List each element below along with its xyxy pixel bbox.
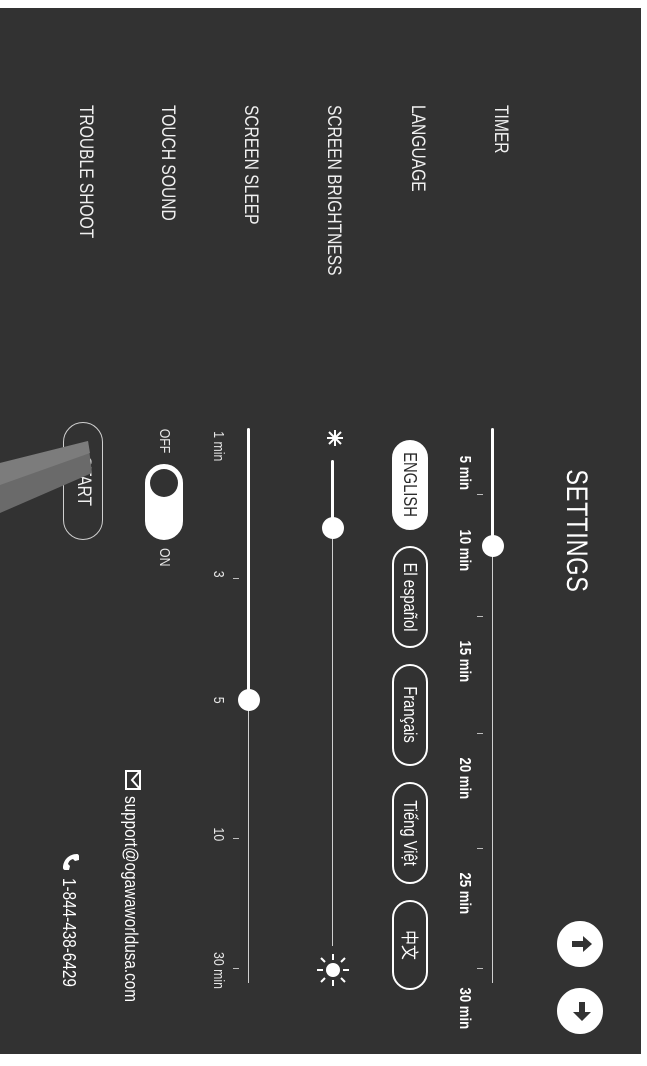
- sleep-tick-label: 1 min: [210, 431, 227, 462]
- stylus-pen: [0, 433, 100, 548]
- timer-tick-label: 10 min: [456, 529, 473, 572]
- dim-sun-icon: [320, 428, 345, 448]
- sleep-tick-label: 10: [210, 827, 227, 842]
- touch-sound-on-label: ON: [156, 548, 173, 567]
- arrow-up-icon: [565, 931, 596, 957]
- exit-button[interactable]: [557, 988, 603, 1034]
- support-email[interactable]: support@ogawaworldusa.com: [120, 770, 141, 1038]
- sleep-knob[interactable]: [238, 689, 260, 711]
- timer-tick: [477, 616, 483, 617]
- brightness-knob[interactable]: [322, 517, 344, 539]
- language-chinese-button[interactable]: 中文: [392, 900, 428, 990]
- touch-sound-toggle[interactable]: [145, 464, 183, 540]
- phone-icon: [56, 852, 81, 872]
- timer-label: TIMER: [490, 105, 511, 154]
- sleep-tick: [233, 968, 239, 969]
- timer-tick-label: 20 min: [456, 757, 473, 800]
- screen-frame: SETTINGS TIMER LANGUAGE SCREEN BRIGHTNES…: [0, 8, 641, 1054]
- up-button[interactable]: [557, 921, 603, 967]
- sleep-slider[interactable]: [227, 428, 267, 983]
- sleep-track: [248, 700, 249, 983]
- timer-tick: [477, 968, 483, 969]
- timer-tick-label: 15 min: [456, 640, 473, 683]
- timer-track: [492, 546, 493, 983]
- timer-tick: [477, 848, 483, 849]
- timer-tick-label: 5 min: [456, 455, 473, 491]
- mail-icon: [120, 770, 141, 790]
- language-vietnamese-button[interactable]: Tiếng Việt: [392, 782, 428, 884]
- timer-tick: [477, 494, 483, 495]
- touch-sound-off-label: OFF: [156, 428, 173, 454]
- touch-sound-label: TOUCH SOUND: [157, 105, 178, 221]
- sleep-tick: [233, 838, 239, 839]
- exit-arrow-icon: [565, 998, 596, 1024]
- sleep-label: SCREEN SLEEP: [240, 105, 261, 225]
- language-spanish-button[interactable]: El español: [392, 546, 428, 648]
- sleep-tick-label: 3: [210, 570, 227, 578]
- brightness-label: SCREEN BRIGHTNESS: [323, 105, 344, 276]
- timer-tick-label: 25 min: [456, 872, 473, 915]
- timer-slider[interactable]: [473, 428, 513, 983]
- toggle-knob: [150, 469, 178, 497]
- language-english-button[interactable]: ENGLISH: [392, 440, 428, 530]
- brightness-track: [332, 528, 333, 946]
- timer-tick: [477, 733, 483, 734]
- sleep-tick-label: 30 min: [210, 952, 227, 989]
- bright-sun-icon: [310, 952, 351, 988]
- timer-tick-label: 30 min: [456, 987, 473, 1030]
- page-title: SETTINGS: [560, 469, 593, 593]
- brightness-slider[interactable]: [311, 428, 351, 988]
- timer-track-filled: [491, 428, 494, 546]
- language-label: LANGUAGE: [407, 105, 428, 192]
- sleep-tick-label: 5: [210, 696, 227, 704]
- trouble-shoot-label: TROUBLE SHOOT: [75, 105, 96, 239]
- sleep-track-filled: [247, 428, 250, 700]
- support-phone[interactable]: 1-844-438-6429: [56, 852, 81, 1006]
- timer-knob[interactable]: [482, 535, 504, 557]
- language-french-button[interactable]: Français: [392, 664, 428, 766]
- sleep-tick: [233, 578, 239, 579]
